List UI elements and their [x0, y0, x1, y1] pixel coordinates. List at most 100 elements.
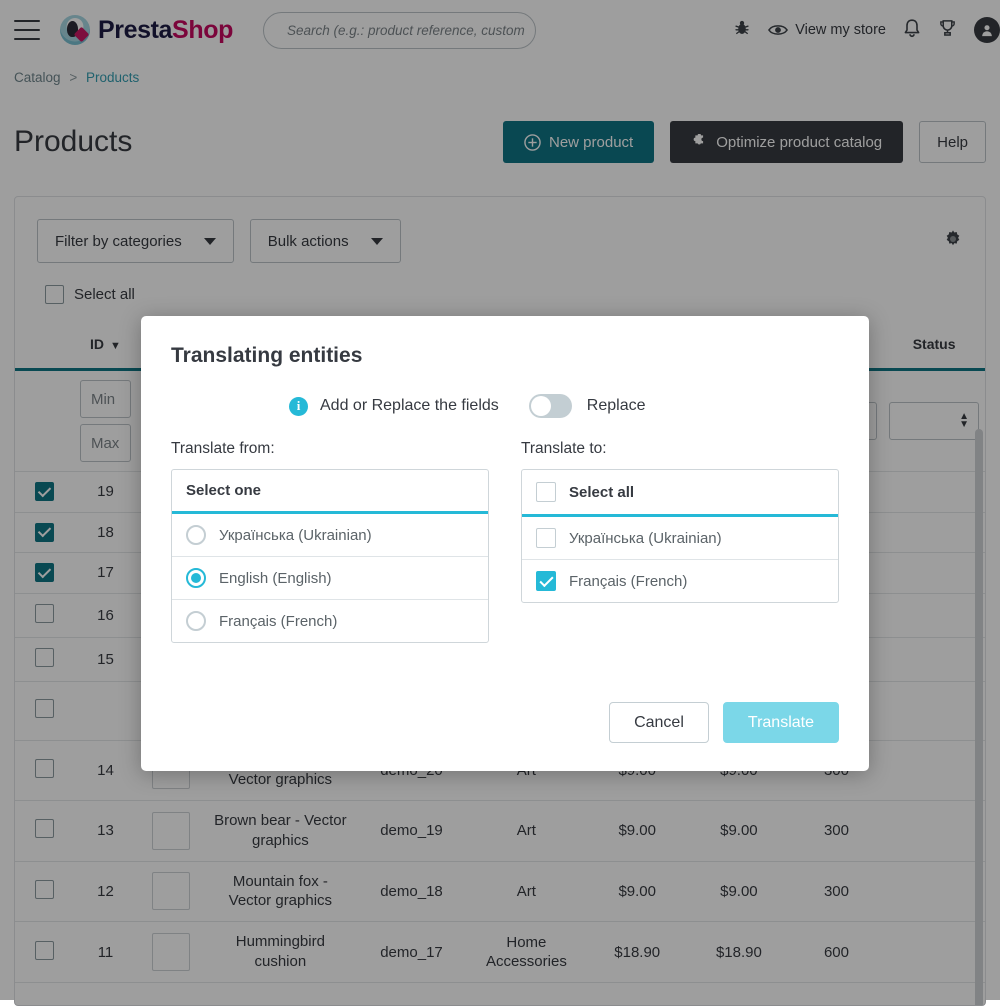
spinner-icon: ▲▼ — [959, 413, 969, 429]
bulk-actions-dropdown[interactable]: Bulk actions — [250, 219, 401, 263]
row-product-name[interactable]: Mountain fox - Vector graphics — [204, 861, 357, 922]
info-circle-icon: i — [289, 397, 308, 416]
top-header: PrestaShop Search (e.g.: product referen… — [0, 0, 1000, 60]
row-id: 11 — [74, 922, 137, 983]
modal-title: Translating entities — [141, 316, 869, 368]
th-id[interactable]: ID ▼ — [74, 322, 137, 370]
row-status-cell — [883, 740, 985, 801]
product-thumbnail — [152, 812, 190, 850]
language-label: Українська (Ukrainian) — [219, 527, 372, 544]
row-checkbox-cell — [15, 861, 74, 922]
new-product-button[interactable]: New product — [503, 121, 654, 163]
breadcrumb-current[interactable]: Products — [86, 70, 139, 85]
row-select-checkbox[interactable] — [35, 759, 54, 778]
select-all-checkbox[interactable] — [45, 285, 64, 304]
row-select-checkbox[interactable] — [35, 523, 54, 542]
breadcrumb-root[interactable]: Catalog — [14, 70, 61, 85]
row-status-cell — [883, 553, 985, 594]
settings-gear-button[interactable] — [943, 229, 963, 254]
modal-columns: Translate from: Select one Українська (U… — [141, 440, 869, 643]
translate-button[interactable]: Translate — [723, 702, 839, 743]
row-category: Home Accessories — [466, 922, 586, 983]
product-thumbnail — [152, 933, 190, 971]
row-checkbox-cell — [15, 637, 74, 681]
select-all-languages-checkbox[interactable] — [536, 482, 556, 502]
row-select-checkbox[interactable] — [35, 941, 54, 960]
cancel-label: Cancel — [634, 714, 684, 732]
row-select-checkbox[interactable] — [35, 482, 54, 501]
row-final-price: $9.00 — [688, 801, 790, 862]
page-actions: New product Optimize product catalog Hel… — [503, 121, 986, 163]
optimize-catalog-label: Optimize product catalog — [716, 134, 882, 151]
table-row[interactable]: 11 Hummingbird cushiondemo_17Home Accesso… — [15, 922, 985, 983]
row-checkbox-cell — [15, 740, 74, 801]
chevron-down-icon: ▼ — [110, 340, 121, 352]
filter-id-max-input[interactable]: Max — [80, 424, 131, 462]
row-select-checkbox[interactable] — [35, 819, 54, 838]
trophy-icon[interactable] — [938, 18, 957, 43]
th-checkbox — [15, 322, 74, 370]
row-quantity: 300 — [790, 801, 884, 862]
search-bar[interactable]: Search (e.g.: product reference, custom — [263, 12, 536, 49]
translating-entities-modal: Translating entities i Add or Replace th… — [141, 316, 869, 771]
prestashop-logo[interactable]: PrestaShop — [60, 15, 233, 45]
row-product-name[interactable]: Brown bear - Vector graphics — [204, 801, 357, 862]
translate-to-list-header[interactable]: Select all — [522, 470, 838, 517]
select-all-label: Select all — [74, 286, 135, 303]
row-select-checkbox[interactable] — [35, 699, 54, 718]
language-radio-option[interactable]: Українська (Ukrainian) — [172, 514, 488, 557]
bug-icon[interactable] — [733, 19, 751, 42]
table-row[interactable]: 12Mountain fox - Vector graphicsdemo_18A… — [15, 861, 985, 922]
plus-circle-icon — [524, 134, 541, 151]
row-select-checkbox[interactable] — [35, 563, 54, 582]
th-status-label: Status — [913, 336, 956, 352]
language-checkbox-option[interactable]: Français (French) — [522, 560, 838, 602]
hamburger-menu-icon[interactable] — [14, 20, 40, 40]
row-select-checkbox[interactable] — [35, 648, 54, 667]
filter-status-select[interactable]: ▲▼ — [889, 402, 979, 440]
view-my-store-link[interactable]: View my store — [768, 22, 886, 38]
row-checkbox-cell — [15, 553, 74, 594]
prestashop-mascot-icon — [60, 15, 90, 45]
row-product-name[interactable]: Hummingbird cushion — [204, 922, 357, 983]
translate-from-heading: Translate from: — [171, 440, 489, 458]
row-select-checkbox[interactable] — [35, 880, 54, 899]
search-input[interactable]: Search (e.g.: product reference, custom — [287, 23, 525, 38]
filter-id-min-input[interactable]: Min — [80, 380, 131, 418]
cancel-button[interactable]: Cancel — [609, 702, 709, 743]
row-status-cell — [883, 512, 985, 553]
row-reference: demo_17 — [357, 922, 467, 983]
language-radio[interactable] — [186, 525, 206, 545]
row-checkbox-cell — [15, 593, 74, 637]
language-radio-option[interactable]: English (English) — [172, 557, 488, 600]
row-checkbox-cell — [15, 801, 74, 862]
bell-icon[interactable] — [903, 18, 921, 43]
page-title: Products — [14, 125, 132, 159]
language-label: Українська (Ukrainian) — [569, 530, 722, 547]
row-status-cell — [883, 922, 985, 983]
table-vertical-scrollbar[interactable] — [975, 429, 983, 1006]
help-label: Help — [937, 134, 968, 151]
language-radio[interactable] — [186, 611, 206, 631]
header-actions: View my store — [733, 17, 986, 43]
language-radio-option[interactable]: Français (French) — [172, 600, 488, 642]
filter-by-categories-dropdown[interactable]: Filter by categories — [37, 219, 234, 263]
row-image-cell — [137, 861, 204, 922]
row-category: Art — [466, 801, 586, 862]
user-avatar[interactable] — [974, 17, 1000, 43]
table-row[interactable]: 13Brown bear - Vector graphicsdemo_19Art… — [15, 801, 985, 862]
optimize-catalog-button[interactable]: Optimize product catalog — [670, 121, 903, 163]
row-select-checkbox[interactable] — [35, 604, 54, 623]
help-button[interactable]: Help — [919, 121, 986, 163]
language-label: Français (French) — [219, 613, 337, 630]
th-id-label: ID — [90, 336, 104, 352]
language-label: English (English) — [219, 570, 332, 587]
language-checkbox[interactable] — [536, 571, 556, 591]
replace-toggle[interactable] — [529, 394, 572, 418]
brand-part-1: Presta — [98, 16, 172, 44]
row-id: 19 — [74, 472, 137, 513]
language-checkbox[interactable] — [536, 528, 556, 548]
language-checkbox-option[interactable]: Українська (Ukrainian) — [522, 517, 838, 560]
language-radio[interactable] — [186, 568, 206, 588]
row-final-price: $9.00 — [688, 861, 790, 922]
